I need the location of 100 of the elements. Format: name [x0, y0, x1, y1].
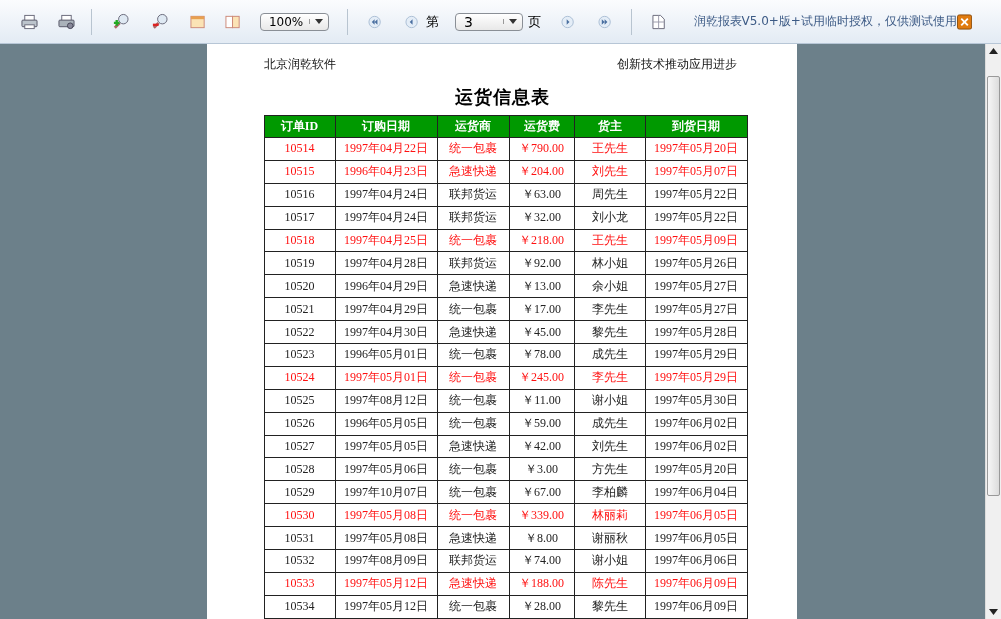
table-cell: 1997年05月09日: [645, 229, 747, 252]
table-cell: 联邦货运: [437, 251, 509, 275]
column-header: 运货商: [437, 115, 509, 138]
table-cell: ￥78.00: [509, 343, 574, 367]
table-cell: ￥13.00: [509, 274, 574, 298]
table-cell: 1997年10月07日: [335, 480, 437, 504]
table-cell: 1997年05月12日: [335, 572, 437, 596]
table-cell: 10530: [264, 503, 335, 527]
table-cell: 急速快递: [437, 435, 509, 458]
table-cell: ￥218.00: [509, 229, 574, 252]
table-cell: ￥32.00: [509, 206, 574, 230]
slogan-text: 创新技术推动应用进步: [616, 56, 737, 73]
table-cell: 1997年05月29日: [645, 343, 747, 367]
table-cell: ￥92.00: [509, 251, 574, 275]
table-cell: 统一包裹: [437, 412, 509, 436]
table-cell: 林丽莉: [574, 503, 645, 527]
last-page-icon[interactable]: [598, 14, 612, 29]
table-cell: 10522: [264, 320, 335, 344]
table-cell: ￥42.00: [509, 435, 574, 458]
table-cell: 1997年05月28日: [645, 320, 747, 344]
table-cell: ￥790.00: [509, 137, 574, 161]
table-cell: 1997年04月24日: [335, 183, 437, 207]
table-cell: 10516: [264, 183, 335, 207]
company-name: 北京润乾软件: [263, 56, 336, 73]
table-cell: 1996年04月29日: [335, 274, 437, 298]
table-cell: 10519: [264, 251, 335, 275]
two-page-icon[interactable]: [224, 13, 240, 30]
table-cell: 1997年08月09日: [335, 549, 437, 573]
table-cell: 10514: [264, 137, 335, 161]
table-cell: 急速快递: [437, 274, 509, 298]
close-icon[interactable]: [956, 13, 972, 30]
table-cell: 10528: [264, 457, 335, 481]
page-select[interactable]: 3: [455, 12, 523, 31]
table-cell: 10517: [264, 206, 335, 230]
scroll-thumb[interactable]: [987, 76, 1000, 496]
table-cell: 刘小龙: [574, 206, 645, 230]
table-cell: 余小姐: [574, 274, 645, 298]
table-cell: 方先生: [574, 457, 645, 481]
table-cell: 李先生: [574, 297, 645, 321]
first-page-icon[interactable]: [367, 14, 381, 29]
table-cell: 陈先生: [574, 572, 645, 596]
table-cell: 1996年05月05日: [335, 412, 437, 436]
table-cell: 刘先生: [574, 160, 645, 184]
previous-page-icon[interactable]: [404, 14, 419, 29]
table-cell: 统一包裹: [437, 480, 509, 504]
table-cell: 1997年05月08日: [335, 503, 437, 527]
table-cell: ￥8.00: [509, 526, 574, 550]
document-icon[interactable]: [652, 13, 666, 30]
table-cell: 10520: [264, 274, 335, 298]
table-cell: 1997年04月24日: [335, 206, 437, 230]
zoom-out-icon[interactable]: [150, 12, 170, 31]
page-width-icon[interactable]: [189, 13, 205, 30]
table-cell: 李柏麟: [574, 480, 645, 504]
table-cell: 联邦货运: [437, 183, 509, 207]
table-cell: 统一包裹: [437, 389, 509, 413]
table-cell: ￥3.00: [509, 457, 574, 481]
table-cell: ￥188.00: [509, 572, 574, 596]
table-cell: 周先生: [574, 183, 645, 207]
table-cell: 1997年04月25日: [335, 229, 437, 252]
table-cell: 1997年05月22日: [645, 206, 747, 230]
printer-gear-icon[interactable]: [58, 13, 75, 30]
table-cell: 统一包裹: [437, 457, 509, 481]
table-cell: 黎先生: [574, 320, 645, 344]
table-cell: 统一包裹: [437, 137, 509, 161]
table-cell: 谢丽秋: [574, 526, 645, 550]
table-cell: 1997年05月08日: [335, 526, 437, 550]
table-cell: 1997年06月05日: [645, 526, 747, 550]
table-cell: 10526: [264, 412, 335, 436]
table-cell: 急速快递: [437, 572, 509, 596]
zoom-select[interactable]: 100%: [259, 12, 329, 31]
table-cell: 1997年04月30日: [335, 320, 437, 344]
table-cell: 10524: [264, 366, 335, 390]
table-cell: 联邦货运: [437, 549, 509, 573]
table-cell: 10533: [264, 572, 335, 596]
scroll-down-icon[interactable]: [989, 609, 998, 615]
caret-icon: [308, 19, 323, 24]
table-cell: 统一包裹: [437, 595, 509, 619]
table-cell: 1997年05月29日: [645, 366, 747, 390]
table-cell: 10515: [264, 160, 335, 184]
table-cell: 10527: [264, 435, 335, 458]
caret-icon: [502, 19, 517, 24]
next-page-icon[interactable]: [560, 14, 575, 29]
scroll-up-icon[interactable]: [989, 48, 998, 54]
zoom-in-icon[interactable]: [111, 12, 131, 31]
table-cell: 1997年05月07日: [645, 160, 747, 184]
table-cell: ￥339.00: [509, 503, 574, 527]
printer-icon[interactable]: [21, 13, 38, 30]
table-cell: 1997年06月04日: [645, 480, 747, 504]
table-cell: 1997年06月02日: [645, 435, 747, 458]
table-cell: ￥67.00: [509, 480, 574, 504]
table-cell: 10525: [264, 389, 335, 413]
vertical-scrollbar[interactable]: [985, 44, 1001, 619]
column-header: 运货费: [509, 115, 574, 138]
table-cell: ￥11.00: [509, 389, 574, 413]
table-cell: 急速快递: [437, 320, 509, 344]
table-cell: 1997年05月05日: [335, 435, 437, 458]
table-cell: 1997年06月02日: [645, 412, 747, 436]
table-cell: 10529: [264, 480, 335, 504]
table-cell: ￥45.00: [509, 320, 574, 344]
table-cell: 谢小姐: [574, 549, 645, 573]
